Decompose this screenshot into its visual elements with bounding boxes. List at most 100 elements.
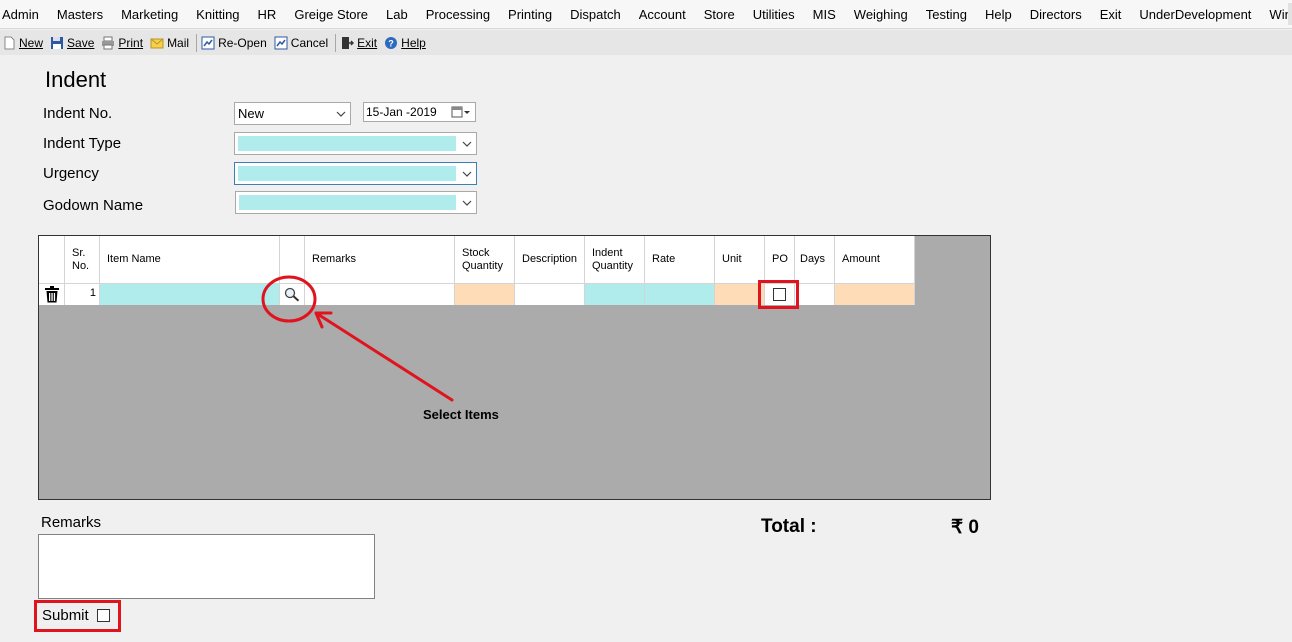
exit-door-icon (342, 36, 355, 49)
menu-processing[interactable]: Processing (417, 0, 499, 29)
page-title: Indent (45, 67, 107, 92)
po-highlight-box (758, 280, 799, 309)
envelope-icon (150, 38, 164, 48)
toolbar-separator (196, 33, 198, 52)
menu-dispatch[interactable]: Dispatch (561, 0, 630, 29)
indent-date-value: 15-Jan -2019 (366, 105, 437, 119)
magnifier-icon (284, 287, 300, 302)
indent-date-picker[interactable]: 15-Jan -2019 (363, 102, 476, 122)
sr-no-cell: 1 (65, 284, 100, 305)
col-item-name-header: Item Name (100, 236, 280, 283)
annotation-label: Select Items (423, 407, 499, 422)
menu-testing[interactable]: Testing (917, 0, 976, 29)
menu-help[interactable]: Help (976, 0, 1021, 29)
indent-qty-cell[interactable] (585, 284, 645, 305)
remarks-textarea[interactable] (38, 534, 375, 599)
col-remarks-header: Remarks (305, 236, 455, 283)
cancel-label: Cancel (290, 35, 329, 50)
grid-header: Sr. No. Item Name Remarks Stock Quantity… (39, 236, 915, 283)
menu-mis[interactable]: MIS (804, 0, 845, 29)
indent-type-label: Indent Type (43, 135, 122, 152)
col-search-header (280, 236, 305, 283)
chevron-down-icon (462, 171, 472, 177)
indent-no-select[interactable]: New (234, 102, 351, 125)
godown-name-label: Godown Name (43, 197, 144, 214)
col-unit-header: Unit (715, 236, 765, 283)
save-label: Save (67, 35, 95, 50)
new-button[interactable]: New (2, 36, 43, 50)
menu-marketing[interactable]: Marketing (112, 0, 187, 29)
reopen-icon (201, 36, 215, 49)
stock-qty-cell (455, 284, 515, 305)
menu-bar-edge (1288, 3, 1292, 25)
urgency-select[interactable] (234, 162, 477, 185)
col-amount-header: Amount (835, 236, 915, 283)
menu-store[interactable]: Store (695, 0, 744, 29)
help-button[interactable]: ? Help (384, 36, 426, 50)
save-button[interactable]: Save (50, 36, 94, 50)
description-cell[interactable] (515, 284, 585, 305)
indent-no-value: New (238, 106, 265, 121)
indent-type-value-field (238, 136, 456, 151)
col-po-header: PO (765, 236, 795, 283)
items-grid: Sr. No. Item Name Remarks Stock Quantity… (38, 235, 991, 500)
col-indent-qty-header: Indent Quantity (585, 236, 645, 283)
col-stock-qty-header: Stock Quantity (455, 236, 515, 283)
col-days-header: Days (795, 236, 835, 283)
menu-admin[interactable]: Admin (0, 0, 48, 29)
total-value: ₹ 0 (951, 517, 979, 538)
urgency-label: Urgency (43, 165, 99, 182)
godown-name-select[interactable] (235, 191, 477, 214)
remarks-label: Remarks (41, 514, 102, 531)
total-label: Total : (761, 516, 817, 537)
calendar-icon[interactable] (451, 106, 471, 118)
reopen-label: Re-Open (218, 35, 267, 50)
chevron-down-icon (462, 200, 472, 206)
toolbar-separator (335, 33, 337, 52)
urgency-value-field (238, 166, 456, 181)
col-delete-header (39, 236, 65, 283)
print-button[interactable]: Print (101, 36, 143, 50)
menu-greige-store[interactable]: Greige Store (285, 0, 377, 29)
menu-printing[interactable]: Printing (499, 0, 561, 29)
col-sr-no-header: Sr. No. (65, 236, 100, 283)
cancel-icon (274, 36, 288, 49)
new-document-icon (4, 36, 15, 49)
menu-account[interactable]: Account (630, 0, 695, 29)
days-cell[interactable] (795, 284, 835, 305)
help-icon: ? (385, 36, 398, 49)
menu-directors[interactable]: Directors (1021, 0, 1091, 29)
indent-no-label: Indent No. (43, 105, 113, 122)
item-name-cell[interactable] (100, 284, 280, 305)
godown-name-value-field (239, 195, 456, 210)
menu-weighing[interactable]: Weighing (845, 0, 917, 29)
delete-row-button[interactable] (39, 284, 65, 305)
help-label: Help (401, 35, 426, 50)
exit-button[interactable]: Exit (340, 36, 377, 50)
chevron-down-icon (462, 141, 472, 147)
item-search-button[interactable] (280, 284, 305, 305)
printer-icon (102, 36, 115, 49)
menu-lab[interactable]: Lab (377, 0, 417, 29)
menu-knitting[interactable]: Knitting (187, 0, 248, 29)
col-description-header: Description (515, 236, 585, 283)
cancel-button[interactable]: Cancel (274, 36, 328, 50)
reopen-button[interactable]: Re-Open (201, 36, 267, 50)
menu-hr[interactable]: HR (249, 0, 286, 29)
remarks-cell[interactable] (305, 284, 455, 305)
exit-label: Exit (357, 35, 378, 50)
menu-masters[interactable]: Masters (48, 0, 112, 29)
trash-icon (45, 286, 59, 303)
menu-underdevelopment[interactable]: UnderDevelopment (1130, 0, 1260, 29)
rate-cell[interactable] (645, 284, 715, 305)
menu-exit[interactable]: Exit (1091, 0, 1131, 29)
new-label: New (19, 35, 44, 50)
menu-utilities[interactable]: Utilities (744, 0, 804, 29)
indent-type-select[interactable] (234, 132, 477, 155)
amount-cell (835, 284, 915, 305)
submit-highlight-box (34, 600, 121, 632)
mail-button[interactable]: Mail (150, 36, 189, 50)
floppy-disk-icon (51, 36, 64, 49)
col-rate-header: Rate (645, 236, 715, 283)
toolbar: New Save Print Mail Re-Open Cancel Exit … (0, 30, 1292, 55)
